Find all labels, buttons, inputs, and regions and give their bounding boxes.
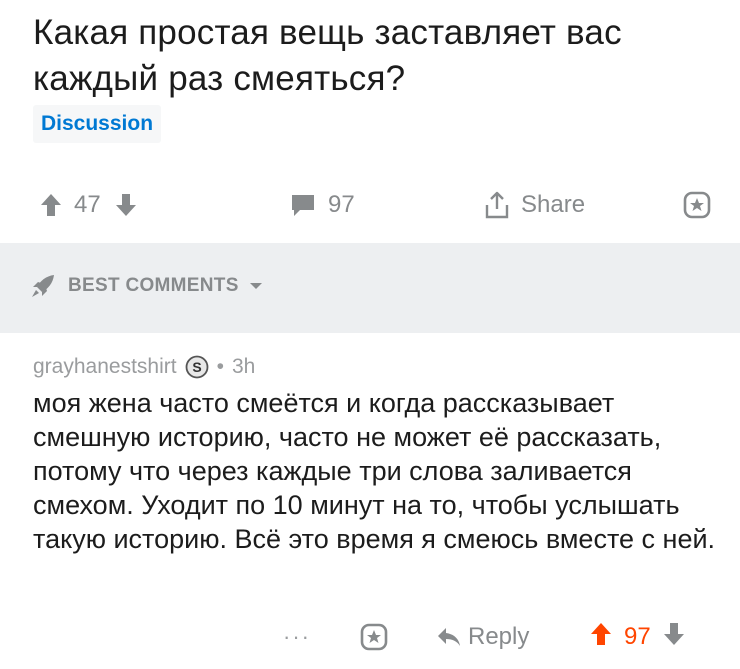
sort-selector[interactable]: BEST COMMENTS <box>30 273 263 299</box>
save-post-button[interactable] <box>683 180 711 230</box>
save-comment-button[interactable] <box>360 612 388 662</box>
more-options-button[interactable]: ··· <box>283 612 311 662</box>
silver-s-badge-icon: S <box>185 355 209 379</box>
svg-text:S: S <box>192 359 201 375</box>
arrow-up-icon <box>41 194 61 216</box>
comment-age: 3h <box>231 355 256 378</box>
downvote-button[interactable] <box>115 192 137 218</box>
comment-body: моя жена часто смеётся и когда рассказыв… <box>33 388 716 554</box>
post-header: Какая простая вещь заставляет вас каждый… <box>33 10 723 102</box>
reply-button[interactable]: Reply <box>436 612 529 662</box>
best-comments-bar: BEST COMMENTS <box>0 243 740 333</box>
comment-bubble-icon <box>292 195 314 216</box>
reply-label: Reply <box>468 623 530 650</box>
post-title[interactable]: Какая простая вещь заставляет вас каждый… <box>33 10 723 102</box>
post-action-bar: 47 97 Share <box>0 180 740 230</box>
reply-arrow-icon <box>438 628 460 646</box>
meta-separator: • <box>216 355 224 378</box>
comments-button[interactable]: 97 <box>290 180 355 230</box>
comment-action-bar: ··· Reply 97 <box>0 612 740 662</box>
arrow-down-icon <box>663 622 684 645</box>
comment-author[interactable]: grayhanestshirt <box>33 355 177 379</box>
post-vote-group: 47 <box>40 180 137 230</box>
star-icon <box>360 623 388 651</box>
upvote-button[interactable] <box>40 192 62 218</box>
comment-score: 97 <box>624 623 651 650</box>
best-comments-label: BEST COMMENTS <box>68 275 239 296</box>
star-icon <box>683 191 711 219</box>
arrow-down-icon <box>115 194 136 216</box>
rocket-icon <box>32 275 54 297</box>
comment-vote-group: 97 <box>590 612 685 662</box>
post-score: 47 <box>74 191 101 218</box>
share-button[interactable]: Share <box>483 180 585 230</box>
share-label: Share <box>521 191 586 218</box>
post-flair[interactable]: Discussion <box>33 105 162 143</box>
comment-meta: grayhanestshirt S • 3h <box>33 350 723 384</box>
caret-down-icon <box>249 283 262 289</box>
comment: grayhanestshirt S • 3h моя жена часто см… <box>33 350 723 556</box>
share-icon <box>485 191 509 219</box>
comment-count: 97 <box>328 191 355 218</box>
comment-upvote-button[interactable] <box>590 621 612 654</box>
comment-downvote-button[interactable] <box>663 621 685 654</box>
arrow-up-icon <box>591 622 611 645</box>
